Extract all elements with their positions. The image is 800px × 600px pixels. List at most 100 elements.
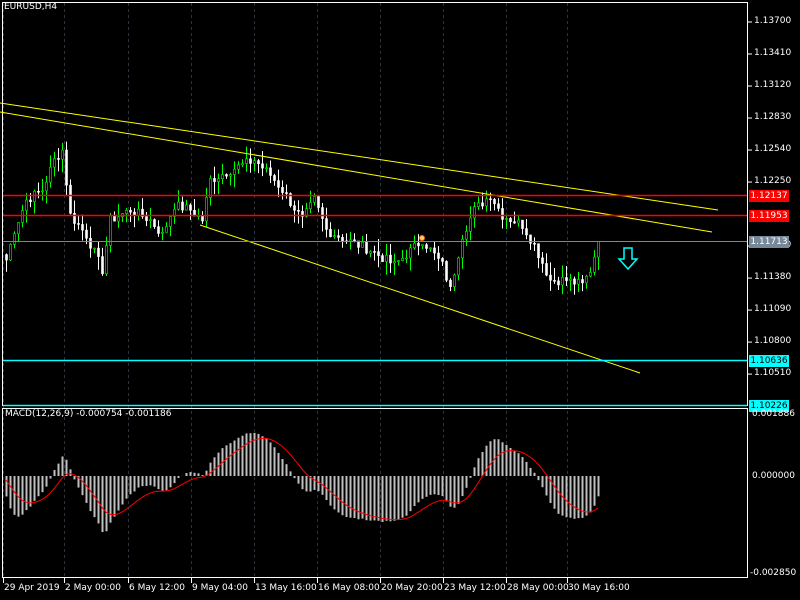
arrow-down-icon [617, 247, 639, 271]
macd-title: MACD(12,26,9) -0.000754 -0.001186 [5, 409, 172, 419]
bull-candle [401, 257, 404, 261]
bull-candle [125, 209, 128, 214]
bull-candle [361, 241, 364, 248]
time-label: 23 May 12:00 [444, 583, 506, 593]
bear-candle [373, 251, 376, 253]
bear-candle [381, 255, 384, 262]
bear-candle [417, 242, 420, 247]
bear-candle [113, 215, 116, 222]
bid-price-tag: 1.11713 [749, 235, 789, 248]
bull-candle [177, 201, 180, 210]
bear-candle [145, 216, 148, 221]
bull-candle [421, 244, 424, 247]
price-label: 1.12540 [754, 144, 792, 155]
bear-candle [389, 254, 392, 264]
bear-candle [341, 237, 344, 242]
bear-candle [201, 215, 204, 222]
bull-candle [589, 272, 592, 277]
bull-candle [469, 217, 472, 232]
bull-candle [185, 204, 188, 211]
bear-candle [101, 256, 104, 275]
main-frame [2, 2, 748, 406]
bear-candle [277, 180, 280, 188]
bear-candle [89, 237, 92, 249]
macd-tick-top: 0.001886 [752, 409, 795, 419]
time-label: 29 Apr 2019 [4, 583, 60, 593]
bull-candle [137, 208, 140, 216]
bear-candle [57, 158, 60, 160]
bear-candle [365, 241, 368, 254]
bear-candle [37, 190, 40, 193]
bear-candle [317, 196, 320, 208]
bear-candle [153, 219, 156, 228]
bull-candle [457, 257, 460, 276]
bear-candle [353, 239, 356, 242]
bear-candle [29, 199, 32, 203]
bull-candle [393, 261, 396, 264]
bear-candle [5, 254, 8, 261]
bear-candle [181, 201, 184, 211]
time-label: 13 May 16:00 [255, 583, 317, 593]
bear-candle [533, 242, 536, 245]
bear-candle [77, 223, 80, 225]
price-label: 1.10510 [754, 368, 792, 379]
time-label: 6 May 12:00 [129, 583, 185, 593]
bear-candle [549, 274, 552, 281]
bear-candle [81, 224, 84, 231]
bull-candle [33, 190, 36, 203]
bull-candle [505, 218, 508, 220]
price-label: 1.12830 [754, 112, 792, 123]
bull-candle [13, 233, 16, 245]
bear-candle [97, 247, 100, 257]
time-label: 30 May 16:00 [568, 583, 630, 593]
bear-candle [85, 229, 88, 239]
price-label: 1.11380 [754, 272, 792, 283]
bull-candle [241, 163, 244, 166]
bear-candle [445, 261, 448, 281]
bear-candle [249, 158, 252, 164]
bull-candle [205, 197, 208, 222]
bull-candle [93, 247, 96, 250]
bull-candle [229, 174, 232, 177]
symbol-title: EURUSD,H4 [4, 2, 58, 12]
bear-candle [321, 207, 324, 219]
bear-candle [521, 219, 524, 229]
marker-icon [419, 235, 425, 241]
bear-candle [65, 149, 68, 186]
bear-candle [481, 202, 484, 207]
bear-candle [129, 209, 132, 213]
bull-candle [569, 278, 572, 281]
price-label: 1.13120 [754, 80, 792, 91]
resistance-price-tag: 1.11953 [749, 209, 789, 222]
bear-candle [501, 208, 504, 220]
bear-candle [537, 243, 540, 259]
bull-candle [593, 256, 596, 273]
bull-candle [209, 178, 212, 198]
bear-candle [573, 278, 576, 285]
bear-candle [285, 192, 288, 194]
bull-candle [369, 251, 372, 254]
bull-candle [49, 166, 52, 183]
bear-candle [325, 218, 328, 230]
price-label: 1.11090 [754, 304, 792, 315]
trendline-upper [0, 102, 719, 211]
bull-candle [561, 277, 564, 286]
bull-candle [25, 199, 28, 211]
bull-candle [517, 219, 520, 224]
chart-canvas[interactable] [0, 0, 800, 600]
bear-candle [529, 234, 532, 244]
bear-candle [213, 178, 216, 182]
bull-candle [309, 202, 312, 210]
bull-candle [169, 216, 172, 227]
bull-candle [105, 245, 108, 275]
trendline-lower [199, 224, 641, 374]
bear-candle [497, 203, 500, 209]
bear-candle [553, 279, 556, 282]
bull-candle [429, 247, 432, 250]
bear-candle [557, 280, 560, 286]
resistance-price-tag: 1.12137 [749, 189, 789, 202]
macd-tick-zero: 0.000000 [752, 471, 795, 481]
bear-candle [437, 252, 440, 259]
bull-candle [21, 210, 24, 223]
bear-candle [525, 228, 528, 236]
